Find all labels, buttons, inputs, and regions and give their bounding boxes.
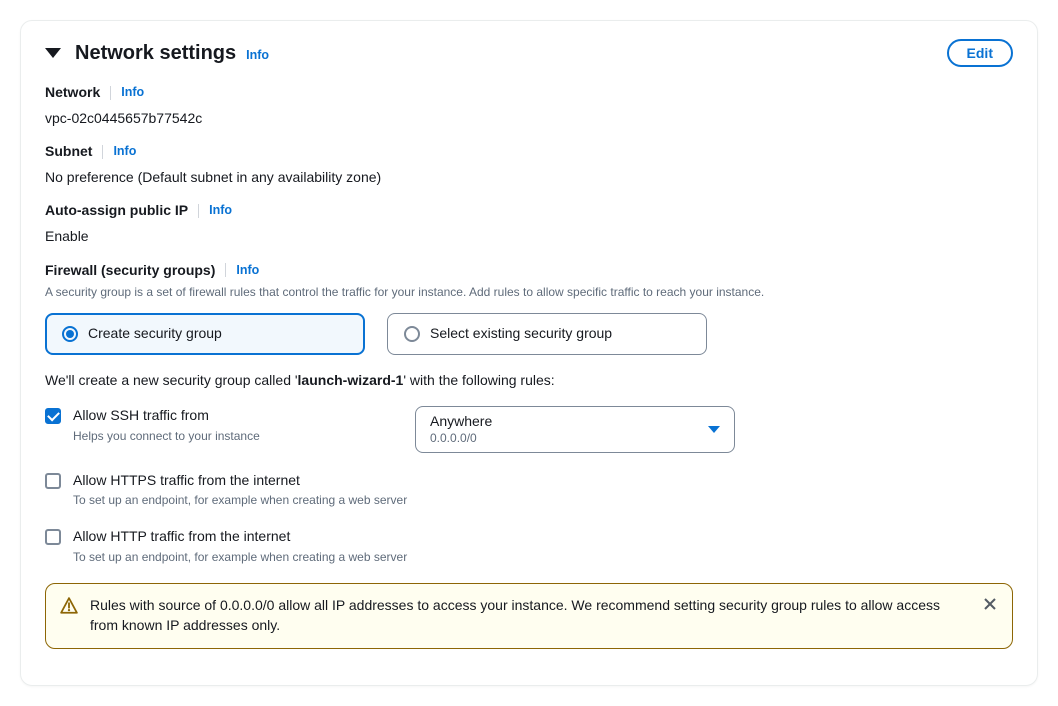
allow-ssh-desc: Helps you connect to your instance: [73, 428, 403, 445]
open-access-warning: Rules with source of 0.0.0.0/0 allow all…: [45, 583, 1013, 648]
firewall-field: Firewall (security groups) Info A securi…: [45, 261, 1013, 649]
allow-http-desc: To set up an endpoint, for example when …: [73, 549, 407, 566]
warning-text: Rules with source of 0.0.0.0/0 allow all…: [90, 596, 962, 635]
radio-unselected-icon: [404, 326, 420, 342]
section-title: Network settings: [75, 39, 236, 67]
public-ip-field: Auto-assign public IP Info Enable: [45, 201, 1013, 246]
ssh-source-main: Anywhere: [430, 413, 492, 431]
firewall-label: Firewall (security groups): [45, 261, 215, 281]
allow-ssh-label: Allow SSH traffic from: [73, 406, 403, 426]
public-ip-info-link[interactable]: Info: [209, 202, 232, 220]
allow-http-checkbox[interactable]: [45, 529, 61, 545]
subnet-value: No preference (Default subnet in any ava…: [45, 168, 1013, 188]
close-icon[interactable]: [982, 596, 998, 612]
allow-https-row: Allow HTTPS traffic from the internet To…: [45, 471, 1013, 509]
network-value: vpc-02c0445657b77542c: [45, 109, 1013, 129]
select-existing-sg-label: Select existing security group: [430, 324, 612, 344]
network-info-link[interactable]: Info: [121, 84, 144, 102]
subnet-field: Subnet Info No preference (Default subne…: [45, 142, 1013, 187]
sg-name: launch-wizard-1: [298, 372, 404, 388]
allow-http-label: Allow HTTP traffic from the internet: [73, 527, 407, 547]
network-field: Network Info vpc-02c0445657b77542c: [45, 83, 1013, 128]
collapse-toggle-icon[interactable]: [45, 48, 61, 58]
allow-https-checkbox[interactable]: [45, 473, 61, 489]
allow-ssh-row: Allow SSH traffic from Helps you connect…: [45, 406, 1013, 453]
firewall-description: A security group is a set of firewall ru…: [45, 284, 1013, 301]
subnet-info-link[interactable]: Info: [113, 143, 136, 161]
divider: [102, 145, 103, 159]
public-ip-value: Enable: [45, 227, 1013, 247]
radio-selected-icon: [62, 326, 78, 342]
divider: [198, 204, 199, 218]
header-left: Network settings Info: [45, 39, 269, 67]
ssh-source-sub: 0.0.0.0/0: [430, 431, 492, 446]
firewall-info-link[interactable]: Info: [236, 262, 259, 280]
divider: [225, 263, 226, 277]
panel-header: Network settings Info Edit: [45, 39, 1013, 67]
create-security-group-radio[interactable]: Create security group: [45, 313, 365, 355]
allow-ssh-checkbox[interactable]: [45, 408, 61, 424]
network-label: Network: [45, 83, 100, 103]
edit-button[interactable]: Edit: [947, 39, 1013, 67]
create-sg-label: Create security group: [88, 324, 222, 344]
allow-http-row: Allow HTTP traffic from the internet To …: [45, 527, 1013, 565]
chevron-down-icon: [708, 426, 720, 433]
sg-create-sentence: We'll create a new security group called…: [45, 371, 1013, 391]
select-existing-security-group-radio[interactable]: Select existing security group: [387, 313, 707, 355]
network-settings-panel: Network settings Info Edit Network Info …: [20, 20, 1038, 686]
ssh-source-select[interactable]: Anywhere 0.0.0.0/0: [415, 406, 735, 453]
security-group-radio-group: Create security group Select existing se…: [45, 313, 1013, 355]
header-info-link[interactable]: Info: [246, 47, 269, 65]
public-ip-label: Auto-assign public IP: [45, 201, 188, 221]
allow-https-label: Allow HTTPS traffic from the internet: [73, 471, 407, 491]
allow-https-desc: To set up an endpoint, for example when …: [73, 492, 407, 509]
divider: [110, 86, 111, 100]
warning-triangle-icon: [60, 597, 78, 615]
subnet-label: Subnet: [45, 142, 92, 162]
